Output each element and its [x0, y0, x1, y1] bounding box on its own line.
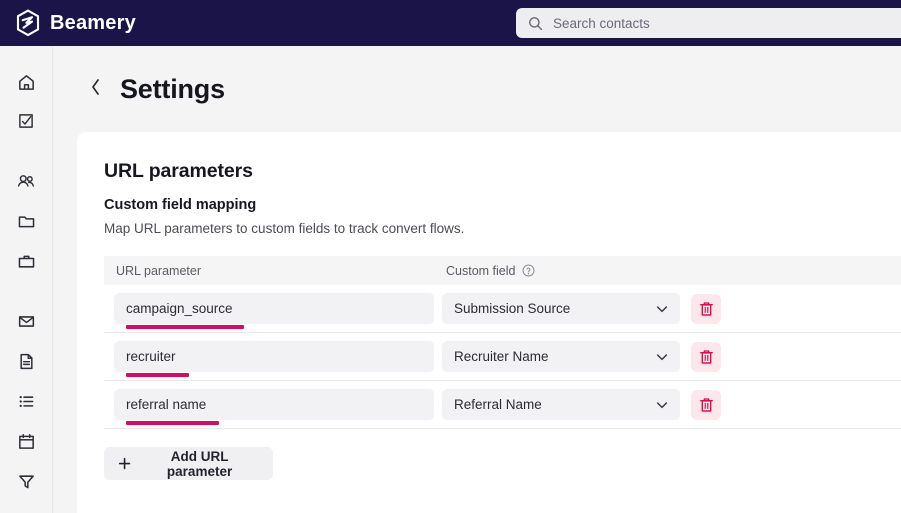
top-bar: Beamery Search contacts: [0, 0, 901, 46]
brand[interactable]: Beamery: [15, 9, 136, 37]
page: Settings URL parameters Custom field map…: [53, 46, 901, 513]
sidebar-item-vacancies[interactable]: [14, 249, 38, 273]
document-icon: [17, 352, 36, 371]
sidebar-item-campaigns[interactable]: [14, 309, 38, 333]
custom-field-select[interactable]: Recruiter Name: [442, 341, 680, 372]
url-parameter-cell: [114, 293, 434, 329]
url-parameter-input[interactable]: [114, 389, 434, 420]
url-parameter-input[interactable]: [114, 293, 434, 324]
sidebar-item-filters[interactable]: [14, 469, 38, 493]
custom-field-value: Referral Name: [454, 397, 542, 412]
settings-card: URL parameters Custom field mapping Map …: [77, 132, 901, 513]
sidebar-item-tasks[interactable]: [14, 109, 38, 133]
add-url-parameter-button[interactable]: Add URL parameter: [104, 447, 273, 480]
home-icon: [17, 73, 36, 92]
trash-icon: [699, 349, 714, 365]
search-bar[interactable]: Search contacts: [516, 8, 901, 38]
filter-icon: [17, 472, 36, 491]
sidebar-item-pools[interactable]: [14, 209, 38, 233]
table-header-row: URL parameter Custom field: [104, 256, 901, 285]
url-parameters-table: URL parameter Custom field campaign_sour…: [104, 256, 901, 429]
sidebar-item-lists[interactable]: [14, 389, 38, 413]
sidebar: [0, 46, 53, 513]
chevron-down-icon: [655, 350, 669, 364]
app-root: Beamery Search contacts Settings URL par…: [0, 0, 901, 513]
briefcase-icon: [17, 252, 36, 271]
chevron-left-icon: [90, 78, 101, 101]
folder-icon: [17, 212, 36, 231]
plus-icon: [118, 457, 131, 471]
custom-field-cell: Submission Source: [442, 293, 680, 324]
task-check-icon: [17, 112, 35, 130]
custom-field-value: Recruiter Name: [454, 349, 549, 364]
trash-icon: [699, 397, 714, 413]
delete-row-button[interactable]: [691, 341, 721, 372]
list-icon: [17, 392, 36, 411]
custom-field-cell: Referral Name: [442, 389, 680, 420]
table-row: Referral Name: [104, 381, 901, 429]
card-heading: URL parameters: [104, 160, 253, 182]
custom-field-select[interactable]: Referral Name: [442, 389, 680, 420]
sidebar-item-pages[interactable]: [14, 349, 38, 373]
beamery-hexagon-logo-icon: [15, 9, 41, 37]
mail-icon: [17, 312, 36, 331]
sidebar-item-home[interactable]: [14, 70, 38, 94]
search-icon: [528, 16, 543, 31]
column-header-url-parameter: URL parameter: [116, 263, 201, 278]
trash-icon: [699, 301, 714, 317]
url-parameter-cell: [114, 341, 434, 377]
delete-row-button[interactable]: [691, 389, 721, 420]
add-url-parameter-label: Add URL parameter: [166, 448, 233, 479]
table-row: Submission Source: [104, 285, 901, 333]
page-title: Settings: [120, 73, 225, 104]
custom-field-cell: Recruiter Name: [442, 341, 680, 372]
column-header-custom-field-label: Custom field: [446, 263, 516, 278]
search-input[interactable]: Search contacts: [553, 16, 650, 31]
people-icon: [16, 171, 36, 191]
annotation-underline: [126, 325, 244, 329]
table-row: Recruiter Name: [104, 333, 901, 381]
annotation-underline: [126, 421, 219, 425]
sidebar-item-events[interactable]: [14, 429, 38, 453]
url-parameter-cell: [114, 389, 434, 425]
brand-name: Beamery: [50, 11, 136, 34]
custom-field-select[interactable]: Submission Source: [442, 293, 680, 324]
page-header: Settings: [53, 46, 901, 132]
calendar-icon: [17, 432, 36, 451]
sidebar-item-contacts[interactable]: [14, 169, 38, 193]
delete-row-button[interactable]: [691, 293, 721, 324]
card-subheading: Custom field mapping: [104, 197, 257, 213]
help-circle-icon[interactable]: [522, 264, 535, 277]
back-button[interactable]: [87, 78, 103, 100]
annotation-underline: [126, 373, 189, 377]
custom-field-value: Submission Source: [454, 301, 571, 316]
url-parameter-input[interactable]: [114, 341, 434, 372]
chevron-down-icon: [655, 302, 669, 316]
card-description: Map URL parameters to custom fields to t…: [104, 221, 465, 236]
column-header-custom-field: Custom field: [446, 264, 535, 278]
chevron-down-icon: [655, 398, 669, 412]
